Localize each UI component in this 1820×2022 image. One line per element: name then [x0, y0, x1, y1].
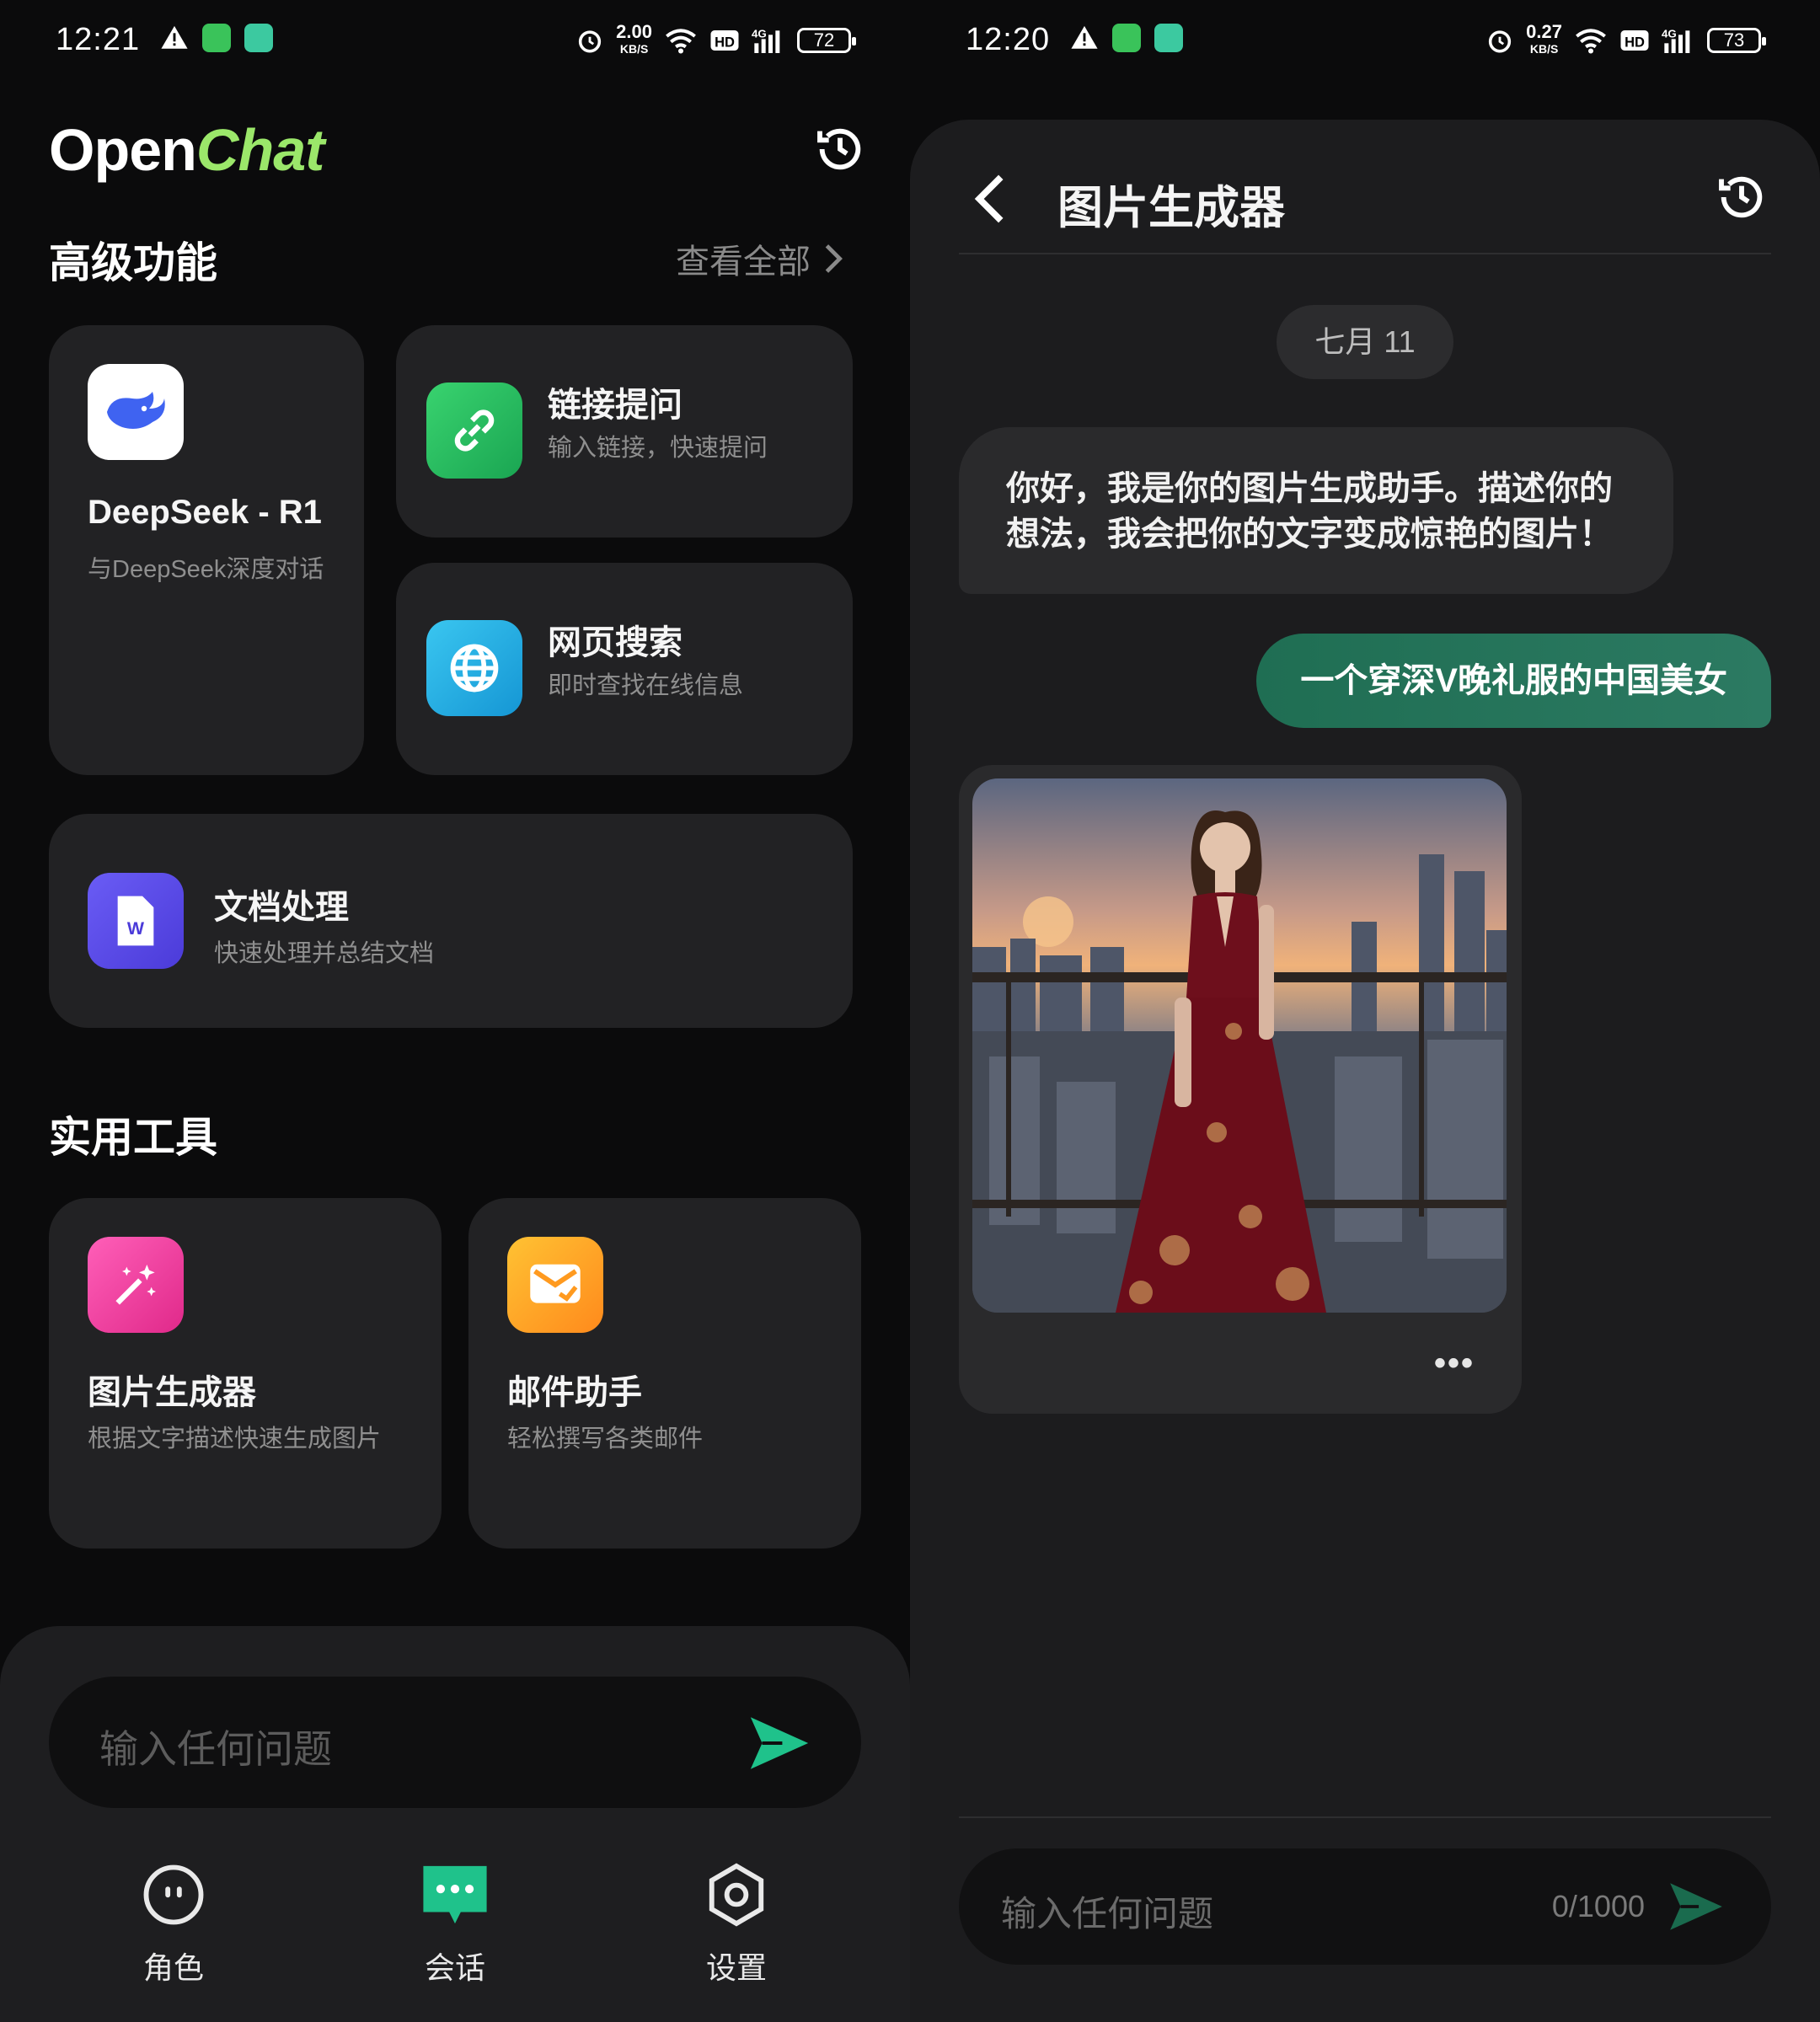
link-qa-subtitle: 输入链接，快速提问	[548, 435, 768, 462]
document-subtitle: 快速处理并总结文档	[214, 940, 435, 967]
history-icon[interactable]	[1715, 170, 1769, 224]
security-app-icon	[244, 24, 273, 52]
warning-icon	[1071, 25, 1098, 49]
mail-assistant-title: 邮件助手	[507, 1374, 642, 1411]
deepseek-icon	[88, 364, 184, 460]
magic-wand-icon	[88, 1237, 184, 1333]
home-screen: 12:21 2.00 KB/S HD 4G 72 OpenChat 高级功能 查看…	[0, 0, 910, 2022]
mail-assistant-card[interactable]: 邮件助手 轻松撰写各类邮件	[468, 1198, 861, 1549]
nav-chat[interactable]: 会话	[388, 1862, 522, 1987]
web-search-subtitle: 即时查找在线信息	[548, 672, 744, 699]
link-qa-title: 链接提问	[548, 387, 682, 424]
face-icon	[143, 1864, 204, 1925]
send-icon[interactable]	[1665, 1875, 1727, 1938]
image-generator-card[interactable]: 图片生成器 根据文字描述快速生成图片	[49, 1198, 442, 1549]
chat-title: 图片生成器	[1057, 183, 1285, 233]
chat-panel: 图片生成器 七月 11 你好，我是你的图片生成助手。描述你的想法，我会把你的文字…	[910, 120, 1820, 2022]
message-app-icon	[1112, 24, 1141, 52]
document-icon: W	[88, 873, 184, 969]
history-icon[interactable]	[813, 122, 867, 176]
battery-indicator: 73	[1707, 28, 1766, 53]
more-options-icon[interactable]: •••	[1434, 1345, 1475, 1383]
web-search-title: 网页搜索	[548, 624, 682, 661]
generated-image-message: •••	[959, 765, 1522, 1414]
link-qa-card[interactable]: 链接提问 输入链接，快速提问	[396, 325, 853, 538]
status-time: 12:21	[56, 22, 141, 57]
user-message: 一个穿深V晚礼服的中国美女	[1256, 634, 1771, 728]
advanced-section-title: 高级功能	[49, 239, 217, 286]
web-search-card[interactable]: 网页搜索 即时查找在线信息	[396, 563, 853, 775]
document-title: 文档处理	[214, 889, 349, 926]
header-divider	[959, 253, 1771, 254]
chevron-right-icon	[825, 244, 843, 273]
svg-text:4G: 4G	[1662, 28, 1677, 40]
chat-bubble-icon	[423, 1865, 487, 1924]
deepseek-card[interactable]: DeepSeek - R1 与DeepSeek深度对话	[49, 325, 364, 775]
date-separator: 七月 11	[1277, 305, 1453, 379]
signal-icon: 4G	[1662, 28, 1690, 53]
status-bar: 12:21 2.00 KB/S HD 4G 72	[0, 17, 910, 64]
input-divider	[959, 1816, 1771, 1818]
svg-text:4G: 4G	[752, 28, 767, 40]
hd-icon: HD	[1620, 30, 1649, 51]
alarm-icon	[1489, 30, 1512, 53]
security-app-icon	[1154, 24, 1183, 52]
signal-icon: 4G	[752, 28, 780, 53]
hd-icon: HD	[710, 30, 739, 51]
mail-assistant-subtitle: 轻松撰写各类邮件	[507, 1426, 704, 1452]
message-app-icon	[202, 24, 231, 52]
assistant-message: 你好，我是你的图片生成助手。描述你的想法，我会把你的文字变成惊艳的图片！	[959, 427, 1673, 594]
char-counter: 0/1000	[1551, 1889, 1645, 1923]
image-generator-subtitle: 根据文字描述快速生成图片	[88, 1426, 382, 1452]
globe-icon	[426, 620, 522, 716]
tools-section-title: 实用工具	[49, 1114, 217, 1161]
deepseek-title: DeepSeek - R1	[88, 494, 322, 531]
chat-input[interactable]: 输入任何问题 0/1000	[959, 1848, 1771, 1965]
settings-hexagon-icon	[709, 1863, 764, 1927]
svg-text:HD: HD	[715, 35, 735, 51]
deepseek-subtitle: 与DeepSeek深度对话	[88, 556, 324, 583]
view-all-link[interactable]: 查看全部	[676, 234, 844, 283]
status-bar: 12:20 0.27 KB/S HD 4G 73	[910, 17, 1820, 64]
generated-image[interactable]	[972, 778, 1507, 1313]
nav-roles[interactable]: 角色	[106, 1862, 241, 1987]
nav-settings[interactable]: 设置	[669, 1862, 804, 1987]
alarm-icon	[579, 30, 602, 53]
mail-icon	[507, 1237, 603, 1333]
network-speed: 2.00 KB/S	[616, 21, 652, 56]
question-input[interactable]: 输入任何问题	[49, 1677, 861, 1808]
svg-text:W: W	[127, 918, 145, 939]
battery-indicator: 72	[797, 28, 856, 53]
status-time: 12:20	[966, 22, 1051, 57]
bottom-panel: 输入任何问题 角色 会话 设置	[0, 1626, 910, 2022]
wifi-icon	[666, 29, 696, 54]
document-card[interactable]: W 文档处理 快速处理并总结文档	[49, 814, 853, 1028]
warning-icon	[161, 25, 188, 49]
svg-text:HD: HD	[1625, 35, 1645, 51]
send-icon[interactable]	[745, 1709, 814, 1778]
network-speed: 0.27 KB/S	[1526, 21, 1562, 56]
back-arrow-icon[interactable]	[969, 172, 1011, 226]
link-icon	[426, 382, 522, 479]
image-generator-title: 图片生成器	[88, 1374, 256, 1411]
app-logo: OpenChat	[49, 117, 324, 183]
wifi-icon	[1576, 29, 1606, 54]
